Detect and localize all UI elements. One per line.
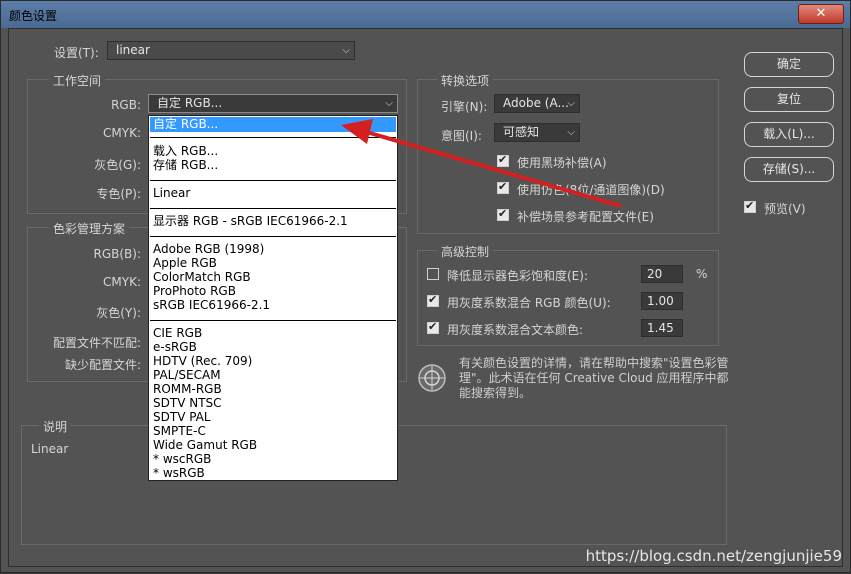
watermark-text: https://blog.csdn.net/zengjunjie59: [585, 547, 842, 565]
color-settings-dialog: 颜色设置 ✕ 设置(T): linear ⌵ 工作空间 RGB: 自定 RGB.…: [0, 0, 851, 573]
annotation-arrow: [341, 119, 622, 208]
